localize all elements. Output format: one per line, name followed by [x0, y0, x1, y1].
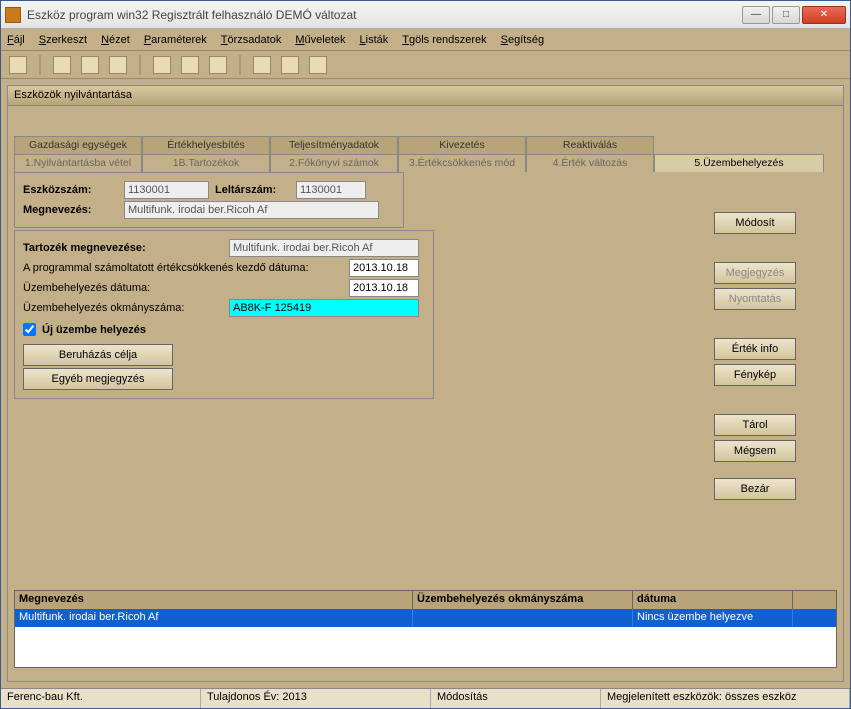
nyomtatas-button[interactable]: Nyomtatás: [714, 288, 796, 310]
megjegyzes-button[interactable]: Megjegyzés: [714, 262, 796, 284]
egyeb-button[interactable]: Egyéb megjegyzés: [23, 368, 173, 390]
toolbar-icon-8[interactable]: [253, 56, 271, 74]
megsem-button[interactable]: Mégsem: [714, 440, 796, 462]
status-filter: Megjelenített eszközök: összes eszköz: [601, 689, 850, 708]
client-area: Eszközök nyilvántartása Gazdasági egység…: [1, 79, 850, 688]
tab-nyilvantartas[interactable]: 1.Nyilvántartásba vétel: [14, 154, 142, 172]
toolbar-icon-1[interactable]: [9, 56, 27, 74]
fenykep-button[interactable]: Fénykép: [714, 364, 796, 386]
tartozek-field[interactable]: [229, 239, 419, 257]
modosit-button[interactable]: Módosít: [714, 212, 796, 234]
main-panel: Eszközök nyilvántartása Gazdasági egység…: [7, 85, 844, 682]
menu-muveletek[interactable]: Műveletek: [295, 34, 345, 46]
toolbar-icon-7[interactable]: [209, 56, 227, 74]
grid-col-megnevezes[interactable]: Megnevezés: [15, 591, 413, 609]
grid-cell-meg: Multifunk. irodai ber.Ricoh Af: [15, 609, 413, 627]
tab-uzembehelyezes[interactable]: 5.Üzembehelyezés: [654, 154, 824, 172]
menubar: Fájl Szerkeszt Nézet Paraméterek Törzsad…: [1, 29, 850, 51]
menu-parameterek[interactable]: Paraméterek: [144, 34, 207, 46]
eszkozszam-field[interactable]: [124, 181, 209, 199]
grid-empty-area: [15, 627, 836, 667]
leltarszam-field[interactable]: [296, 181, 366, 199]
grid-row[interactable]: Multifunk. irodai ber.Ricoh Af Nincs üze…: [15, 609, 836, 627]
titlebar: Eszköz program win32 Regisztrált felhasz…: [1, 1, 850, 29]
tab-ertekhely[interactable]: Értékhelyesbítés: [142, 136, 270, 154]
panel-title: Eszközök nyilvántartása: [8, 86, 843, 106]
grid-col-datuma[interactable]: dátuma: [633, 591, 793, 609]
megnevezes-label: Megnevezés:: [23, 204, 118, 216]
toolbar-icon-5[interactable]: [153, 56, 171, 74]
prg-label: A programmal számoltatott értékcsökkenés…: [23, 262, 343, 274]
beruhazas-button[interactable]: Beruházás célja: [23, 344, 173, 366]
eszkozszam-label: Eszközszám:: [23, 184, 118, 196]
menu-torzsadatok[interactable]: Törzsadatok: [221, 34, 282, 46]
maximize-button[interactable]: □: [772, 6, 800, 24]
app-window: Eszköz program win32 Regisztrált felhasz…: [0, 0, 851, 709]
tab-teljesitmeny[interactable]: Teljesítményadatok: [270, 136, 398, 154]
data-grid: Megnevezés Üzembehelyezés okmányszáma dá…: [14, 590, 837, 668]
status-company: Ferenc-bau Kft.: [1, 689, 201, 708]
menu-nezet[interactable]: Nézet: [101, 34, 130, 46]
tab-ertekvaltozas[interactable]: 4.Érték változás: [526, 154, 654, 172]
toolbar-icon-3[interactable]: [81, 56, 99, 74]
tarol-button[interactable]: Tárol: [714, 414, 796, 436]
uj-uzembe-checkbox[interactable]: [23, 323, 36, 336]
menu-segitseg[interactable]: Segítség: [501, 34, 544, 46]
menu-fajl[interactable]: Fájl: [7, 34, 25, 46]
prg-date-field[interactable]: [349, 259, 419, 277]
uzdat-label: Üzembehelyezés dátuma:: [23, 282, 343, 294]
tabs-row-1: Gazdasági egységek Értékhelyesbítés Telj…: [14, 136, 837, 154]
menu-listak[interactable]: Listák: [360, 34, 389, 46]
minimize-button[interactable]: —: [742, 6, 770, 24]
toolbar: [1, 51, 850, 79]
uj-uzembe-label: Új üzembe helyezés: [42, 324, 146, 336]
ertek-info-button[interactable]: Érték info: [714, 338, 796, 360]
toolbar-icon-4[interactable]: [109, 56, 127, 74]
tab-kivezetes[interactable]: Kivezetés: [398, 136, 526, 154]
status-mode: Módosítás: [431, 689, 601, 708]
tab-reaktivalas[interactable]: Reaktiválás: [526, 136, 654, 154]
menu-tgols[interactable]: Tgöls rendszerek: [402, 34, 486, 46]
okm-field[interactable]: [229, 299, 419, 317]
toolbar-icon-10[interactable]: [309, 56, 327, 74]
menu-szerkeszt[interactable]: Szerkeszt: [39, 34, 87, 46]
uzdat-field[interactable]: [349, 279, 419, 297]
status-year: Tulajdonos Év: 2013: [201, 689, 431, 708]
grid-col-okm[interactable]: Üzembehelyezés okmányszáma: [413, 591, 633, 609]
toolbar-icon-9[interactable]: [281, 56, 299, 74]
tabs-row-2: 1.Nyilvántartásba vétel 1B.Tartozékok 2.…: [14, 154, 837, 172]
bezar-button[interactable]: Bezár: [714, 478, 796, 500]
toolbar-icon-2[interactable]: [53, 56, 71, 74]
tab-gazdasagi[interactable]: Gazdasági egységek: [14, 136, 142, 154]
close-button[interactable]: ✕: [802, 6, 846, 24]
grid-cell-okm: [413, 609, 633, 627]
leltarszam-label: Leltárszám:: [215, 184, 290, 196]
okm-label: Üzembehelyezés okmányszáma:: [23, 302, 223, 314]
tartozek-label: Tartozék megnevezése:: [23, 242, 223, 254]
tab-tartozekok[interactable]: 1B.Tartozékok: [142, 154, 270, 172]
window-title: Eszköz program win32 Regisztrált felhasz…: [27, 8, 742, 22]
megnevezes-field[interactable]: [124, 201, 379, 219]
grid-cell-dat: Nincs üzembe helyezve: [633, 609, 793, 627]
app-icon: [5, 7, 21, 23]
tab-fokonyvi[interactable]: 2.Főkönyvi számok: [270, 154, 398, 172]
statusbar: Ferenc-bau Kft. Tulajdonos Év: 2013 Módo…: [1, 688, 850, 708]
tab-ertekcsokkenes[interactable]: 3.Értékcsökkenés mód: [398, 154, 526, 172]
toolbar-icon-6[interactable]: [181, 56, 199, 74]
